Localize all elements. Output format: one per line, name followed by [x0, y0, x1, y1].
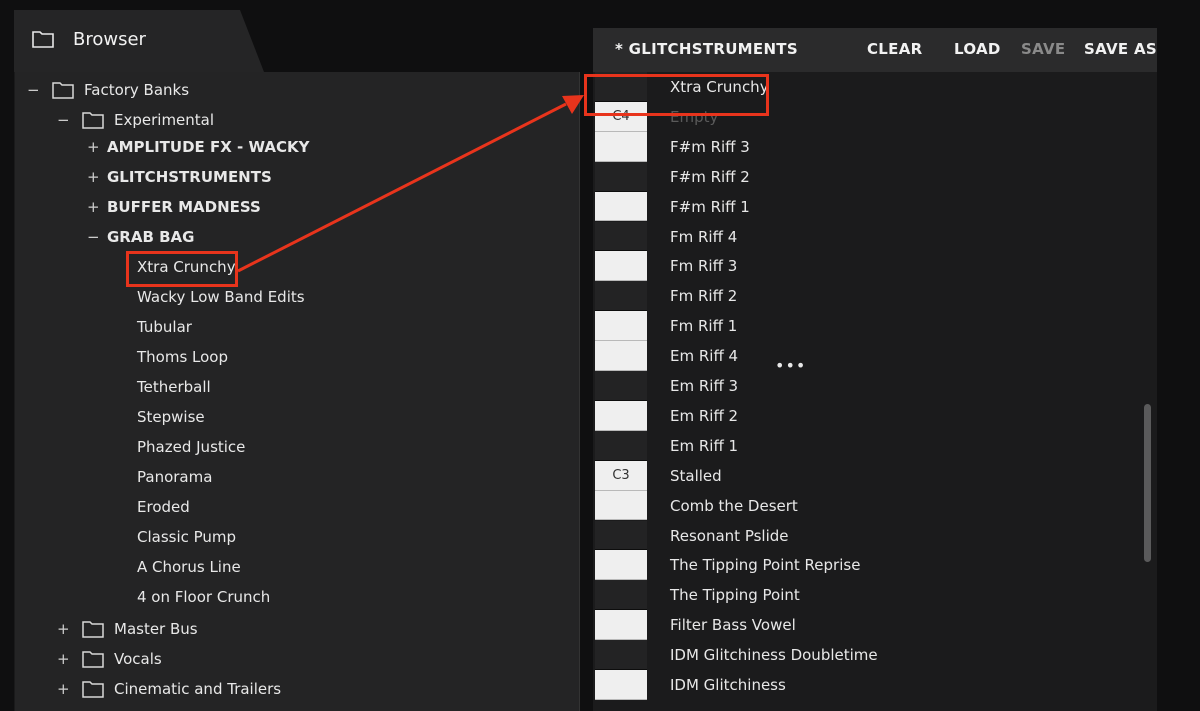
arrow-annotation	[237, 95, 584, 273]
